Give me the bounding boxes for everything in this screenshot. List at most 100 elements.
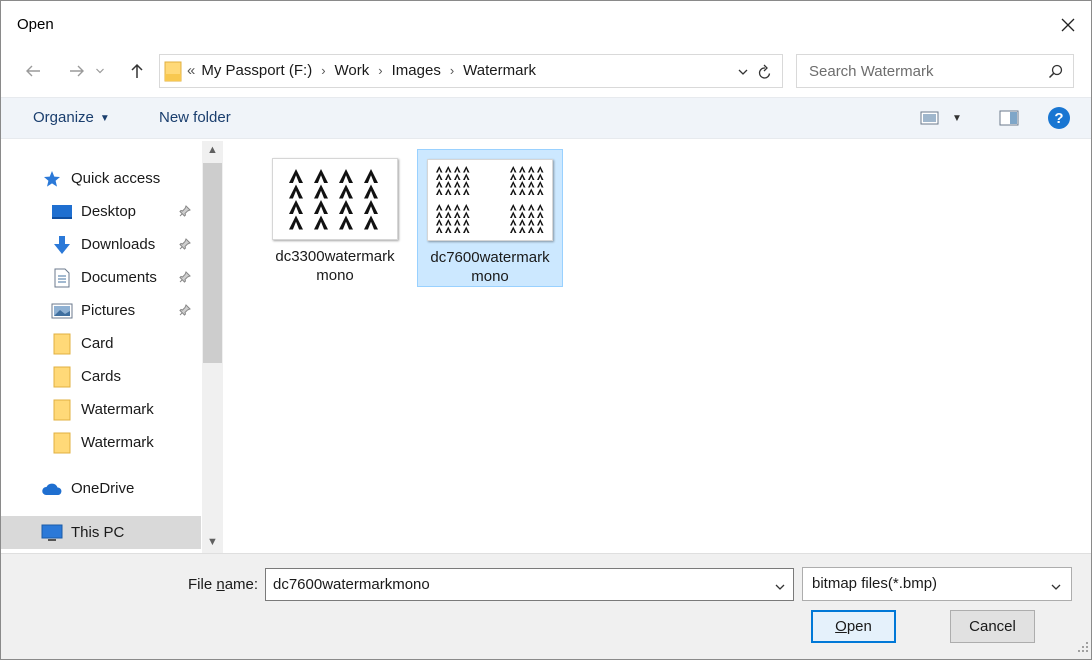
navigation-row: « My Passport (F:) › Work › Images › Wat… <box>1 51 1091 93</box>
breadcrumb-separator-icon[interactable]: › <box>321 63 325 78</box>
breadcrumb-overflow[interactable]: « <box>187 62 195 79</box>
search-icon[interactable] <box>1048 63 1064 83</box>
file-name-label: File name: <box>188 576 259 593</box>
open-button[interactable]: Open <box>811 610 896 643</box>
breadcrumb-item[interactable]: Work <box>335 62 370 79</box>
scroll-down-icon[interactable]: ▼ <box>202 533 223 551</box>
chevron-down-icon <box>738 69 748 75</box>
resize-grip-icon[interactable] <box>1078 639 1088 656</box>
breadcrumb-item[interactable]: My Passport (F:) <box>201 62 312 79</box>
file-item-selected[interactable]: dc7600watermarkmono <box>417 149 563 287</box>
navigation-scrollbar[interactable]: ▲ ▼ <box>202 141 223 553</box>
folder-icon <box>51 366 73 387</box>
pin-icon[interactable] <box>179 237 191 254</box>
pin-icon[interactable] <box>179 303 191 320</box>
file-name-history-dropdown[interactable] <box>775 578 785 595</box>
refresh-icon <box>758 64 771 79</box>
star-icon <box>41 169 63 189</box>
sidebar-item-quick-access[interactable]: Quick access <box>41 162 201 195</box>
sidebar-item-pictures[interactable]: Pictures <box>51 294 201 327</box>
caret-down-icon: ▼ <box>952 112 962 124</box>
help-icon: ? <box>1054 109 1064 127</box>
pin-icon[interactable] <box>179 270 191 287</box>
chevron-down-icon <box>96 68 104 74</box>
breadcrumb: « My Passport (F:) › Work › Images › Wat… <box>187 62 536 79</box>
open-file-dialog: Open « My Passport (F:) › Work › Images … <box>0 0 1092 660</box>
file-type-select[interactable]: bitmap files(*.bmp) <box>802 567 1072 601</box>
sidebar-item-desktop[interactable]: Desktop <box>51 195 201 228</box>
up-button[interactable] <box>125 59 149 83</box>
file-name: dc7600watermarkmono <box>430 249 550 285</box>
sidebar-item-label: This PC <box>71 524 125 541</box>
sidebar-item-cards[interactable]: Cards <box>51 360 201 393</box>
scrollbar-thumb[interactable] <box>203 163 222 363</box>
sidebar-item-watermark-2[interactable]: Watermark <box>51 426 201 459</box>
sidebar-item-label: Watermark <box>81 401 154 418</box>
view-icon <box>920 111 939 125</box>
sidebar-item-onedrive[interactable]: OneDrive <box>41 472 201 505</box>
breadcrumb-separator-icon[interactable]: › <box>450 63 454 78</box>
file-thumbnail <box>427 159 553 241</box>
refresh-button[interactable] <box>754 61 776 83</box>
file-name-combobox[interactable] <box>265 568 794 601</box>
scroll-up-icon[interactable]: ▲ <box>202 141 223 159</box>
file-item[interactable]: dc3300watermarkmono <box>262 149 408 287</box>
sidebar-item-label: Watermark <box>81 434 154 451</box>
title-bar: Open <box>1 1 1091 51</box>
forward-arrow-icon <box>70 65 84 77</box>
recent-locations-button[interactable] <box>93 59 107 83</box>
file-list: dc3300watermarkmono dc7600watermarkmono <box>224 141 1091 553</box>
sidebar-item-label: Downloads <box>81 236 156 253</box>
preview-pane-icon <box>999 110 1019 126</box>
back-button[interactable] <box>21 59 45 83</box>
sidebar-item-card[interactable]: Card <box>51 327 201 360</box>
sidebar-item-documents[interactable]: Documents <box>51 261 201 294</box>
file-thumbnail <box>272 158 398 240</box>
breadcrumb-item[interactable]: Images <box>392 62 441 79</box>
caret-down-icon: ▼ <box>99 113 110 124</box>
sidebar-item-downloads[interactable]: Downloads <box>51 228 201 261</box>
breadcrumb-separator-icon[interactable]: › <box>378 63 382 78</box>
command-bar: Organize ▼ New folder ▼ ? <box>1 97 1091 139</box>
sidebar-item-watermark[interactable]: Watermark <box>51 393 201 426</box>
window-title: Open <box>17 16 54 33</box>
file-name-input[interactable] <box>273 576 753 593</box>
sidebar-item-label: Pictures <box>81 302 136 319</box>
new-folder-button[interactable]: New folder <box>159 109 231 126</box>
computer-icon <box>41 523 63 543</box>
organize-label: Organize <box>33 109 94 126</box>
breadcrumb-item[interactable]: Watermark <box>463 62 536 79</box>
cloud-icon <box>41 479 63 499</box>
search-box[interactable]: Search Watermark <box>796 54 1074 88</box>
sidebar-item-label: Documents <box>81 269 157 286</box>
chevron-down-icon <box>1051 578 1061 595</box>
address-history-dropdown[interactable] <box>738 63 748 80</box>
forward-button[interactable] <box>65 59 89 83</box>
folder-icon <box>51 399 73 420</box>
document-icon <box>51 268 73 288</box>
back-arrow-icon <box>26 65 40 77</box>
sidebar-item-label: Desktop <box>81 203 137 220</box>
desktop-icon <box>51 202 73 222</box>
help-button[interactable]: ? <box>1048 107 1070 129</box>
folder-icon <box>51 333 73 354</box>
navigation-pane: Quick access Desktop Downloads Documents… <box>1 141 223 553</box>
cancel-button[interactable]: Cancel <box>950 610 1035 643</box>
sidebar-item-label: Quick access <box>71 170 161 187</box>
search-input[interactable]: Search Watermark <box>809 63 933 80</box>
up-arrow-icon <box>131 63 143 78</box>
organize-button[interactable]: Organize ▼ <box>33 109 110 126</box>
sidebar-item-label: OneDrive <box>71 480 135 497</box>
sidebar-item-label: Cards <box>81 368 122 385</box>
sidebar-item-this-pc[interactable]: This PC <box>1 516 201 549</box>
address-bar[interactable]: « My Passport (F:) › Work › Images › Wat… <box>159 54 783 88</box>
change-view-button[interactable]: ▼ <box>920 110 962 126</box>
folder-icon <box>164 60 182 86</box>
pin-icon[interactable] <box>179 204 191 221</box>
file-type-value: bitmap files(*.bmp) <box>812 575 938 592</box>
dialog-footer: File name: bitmap files(*.bmp) Open Canc… <box>1 553 1091 659</box>
preview-pane-button[interactable] <box>999 110 1019 130</box>
file-name: dc3300watermarkmono <box>275 248 395 284</box>
close-button[interactable] <box>1045 1 1091 49</box>
chevron-down-icon <box>775 584 785 590</box>
